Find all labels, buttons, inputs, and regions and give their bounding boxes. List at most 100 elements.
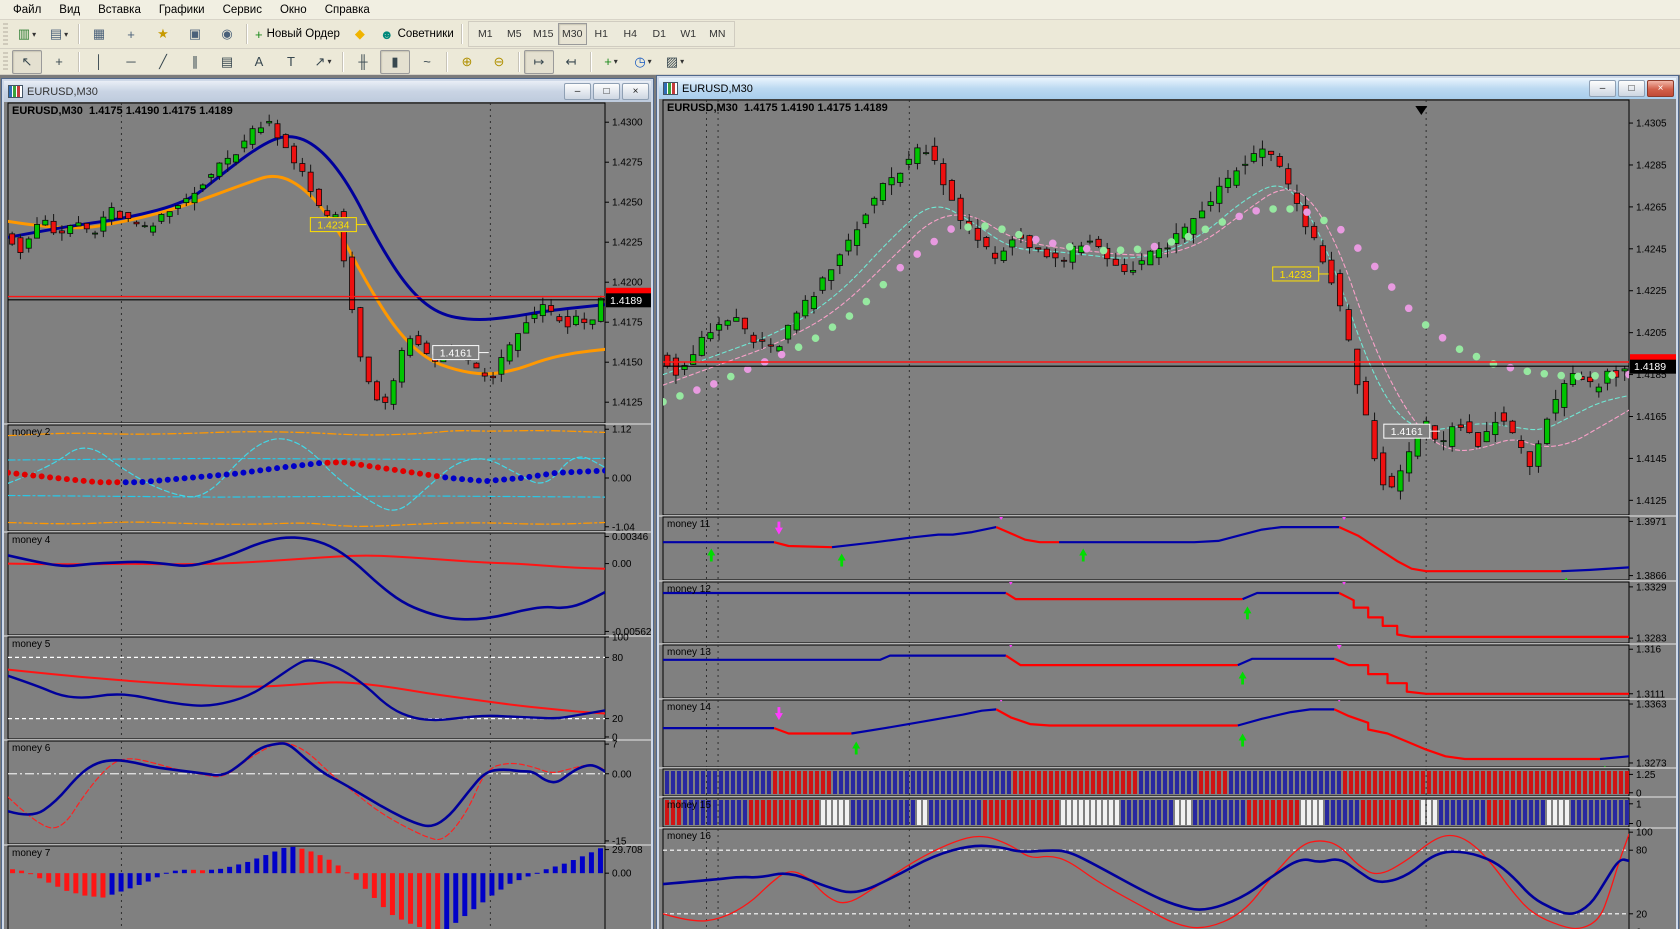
new-chart-button[interactable]: ▥▾ bbox=[12, 22, 42, 46]
terminal-button[interactable]: ▣ bbox=[180, 22, 210, 46]
candlestick bbox=[573, 316, 578, 324]
templates-dropdown-icon[interactable]: ▾ bbox=[680, 57, 684, 66]
chart-icon bbox=[8, 85, 23, 98]
indicators-dropdown-icon[interactable]: ▾ bbox=[614, 57, 618, 66]
crosshair-button[interactable]: + bbox=[44, 50, 74, 74]
zoom-out-button[interactable]: ⊖ bbox=[484, 50, 514, 74]
indicator-dot bbox=[1269, 205, 1277, 213]
indicator-dot bbox=[484, 478, 490, 484]
profiles-dropdown-icon[interactable]: ▾ bbox=[64, 30, 68, 39]
chart-panel[interactable] bbox=[8, 103, 605, 423]
indicator-name-label: money 15 bbox=[667, 800, 711, 811]
candlestick bbox=[1148, 251, 1153, 265]
timeframe-W1[interactable]: W1 bbox=[674, 23, 703, 45]
menu-item-4[interactable]: Сервис bbox=[214, 2, 271, 18]
close-button[interactable]: × bbox=[1647, 80, 1674, 97]
vertical-line-button[interactable]: │ bbox=[84, 50, 114, 74]
timeframe-M1[interactable]: M1 bbox=[471, 23, 500, 45]
expert-advisors-button[interactable]: ☻Советники bbox=[377, 22, 457, 46]
chart-panel[interactable] bbox=[8, 533, 605, 635]
profiles-button[interactable]: ▤▾ bbox=[44, 22, 74, 46]
horizontal-line-button[interactable]: ─ bbox=[116, 50, 146, 74]
trendline-button[interactable]: ╱ bbox=[148, 50, 178, 74]
data-window-button[interactable]: + bbox=[116, 22, 146, 46]
chart-panel[interactable] bbox=[663, 645, 1629, 698]
candlestick bbox=[941, 164, 946, 185]
periods-button[interactable]: ◷▾ bbox=[628, 50, 658, 74]
chart-panel[interactable] bbox=[8, 637, 605, 739]
stripe-bar bbox=[1037, 771, 1041, 794]
stripe-bar bbox=[1265, 771, 1269, 794]
histogram-bar bbox=[28, 873, 33, 874]
timeframe-M5[interactable]: M5 bbox=[500, 23, 529, 45]
timeframe-MN[interactable]: MN bbox=[703, 23, 732, 45]
chart-window-right[interactable]: EURUSD,M30 – □ × EURUSD,M30 1.4175 1.419… bbox=[656, 75, 1679, 929]
candlesticks-button[interactable]: ▮ bbox=[380, 50, 410, 74]
timeframe-H1[interactable]: H1 bbox=[587, 23, 616, 45]
menu-item-1[interactable]: Вид bbox=[50, 2, 89, 18]
menu-item-2[interactable]: Вставка bbox=[89, 2, 150, 18]
new-chart-dropdown-icon[interactable]: ▾ bbox=[32, 30, 36, 39]
equidistant-channel-button[interactable]: ∥ bbox=[180, 50, 210, 74]
chart-panel[interactable] bbox=[8, 741, 605, 844]
templates-button[interactable]: ▨▾ bbox=[660, 50, 690, 74]
stripe-bar bbox=[779, 771, 783, 794]
chart-panel[interactable] bbox=[663, 582, 1629, 643]
indicator-dot bbox=[350, 461, 356, 467]
indicators-button[interactable]: +▾ bbox=[596, 50, 626, 74]
candlestick bbox=[829, 270, 834, 281]
chart-panel[interactable] bbox=[8, 425, 605, 531]
histogram-bar bbox=[508, 873, 513, 884]
navigator-button[interactable]: ★ bbox=[148, 22, 178, 46]
strategy-tester-button[interactable]: ◉ bbox=[212, 22, 242, 46]
arrows-dropdown-icon[interactable]: ▾ bbox=[327, 57, 331, 66]
minimize-button[interactable]: – bbox=[564, 83, 591, 100]
candlestick bbox=[374, 382, 379, 400]
indicator-dot bbox=[1507, 364, 1515, 372]
cursor-button[interactable]: ↖ bbox=[12, 50, 42, 74]
window-titlebar[interactable]: EURUSD,M30 – □ × bbox=[659, 78, 1676, 99]
chart-area[interactable]: EURUSD,M30 1.4175 1.4190 1.4175 1.4189 1… bbox=[4, 102, 651, 929]
close-button[interactable]: × bbox=[622, 83, 649, 100]
maximize-button[interactable]: □ bbox=[593, 83, 620, 100]
stripe-bar bbox=[743, 800, 747, 825]
menu-item-3[interactable]: Графики bbox=[150, 2, 214, 18]
stripe-bar bbox=[1577, 771, 1581, 794]
menu-item-6[interactable]: Справка bbox=[316, 2, 379, 18]
maximize-button[interactable]: □ bbox=[1618, 80, 1645, 97]
stripe-bar bbox=[791, 771, 795, 794]
arrows-button[interactable]: ↗▾ bbox=[308, 50, 338, 74]
zoom-in-button[interactable]: ⊕ bbox=[452, 50, 482, 74]
chart-panel[interactable] bbox=[8, 846, 605, 929]
periods-dropdown-icon[interactable]: ▾ bbox=[648, 57, 652, 66]
bar-chart-button[interactable]: ╫ bbox=[348, 50, 378, 74]
auto-scroll-button[interactable]: ↦ bbox=[524, 50, 554, 74]
stripe-bar bbox=[1331, 800, 1335, 825]
candlestick bbox=[958, 198, 963, 220]
fibonacci-button[interactable]: ▤ bbox=[212, 50, 242, 74]
stripe-bar bbox=[1535, 771, 1539, 794]
line-chart-button[interactable]: ~ bbox=[412, 50, 442, 74]
terminal-icon: ▣ bbox=[189, 26, 201, 42]
text-button[interactable]: A bbox=[244, 50, 274, 74]
menu-item-5[interactable]: Окно bbox=[271, 2, 316, 18]
market-watch-button[interactable]: ▦ bbox=[84, 22, 114, 46]
candlestick bbox=[217, 163, 222, 176]
stripe-bar bbox=[953, 771, 957, 794]
text-label-button[interactable]: T bbox=[276, 50, 306, 74]
metaeditor-button[interactable]: ◆ bbox=[345, 22, 375, 46]
stripe-bar bbox=[1265, 800, 1269, 825]
timeframe-M30[interactable]: M30 bbox=[558, 23, 587, 45]
stripe-bar bbox=[761, 800, 765, 825]
chart-window-left[interactable]: EURUSD,M30 – □ × EURUSD,M30 1.4175 1.419… bbox=[1, 78, 654, 929]
timeframe-H4[interactable]: H4 bbox=[616, 23, 645, 45]
window-titlebar[interactable]: EURUSD,M30 – □ × bbox=[4, 81, 651, 102]
timeframe-D1[interactable]: D1 bbox=[645, 23, 674, 45]
stripe-bar bbox=[725, 800, 729, 825]
minimize-button[interactable]: – bbox=[1589, 80, 1616, 97]
timeframe-M15[interactable]: M15 bbox=[529, 23, 558, 45]
chart-shift-button[interactable]: ↤ bbox=[556, 50, 586, 74]
new-order-button[interactable]: +Новый Ордер bbox=[252, 22, 343, 46]
chart-area[interactable]: EURUSD,M30 1.4175 1.4190 1.4175 1.4189 1… bbox=[659, 99, 1676, 929]
menu-item-0[interactable]: Файл bbox=[4, 2, 50, 18]
